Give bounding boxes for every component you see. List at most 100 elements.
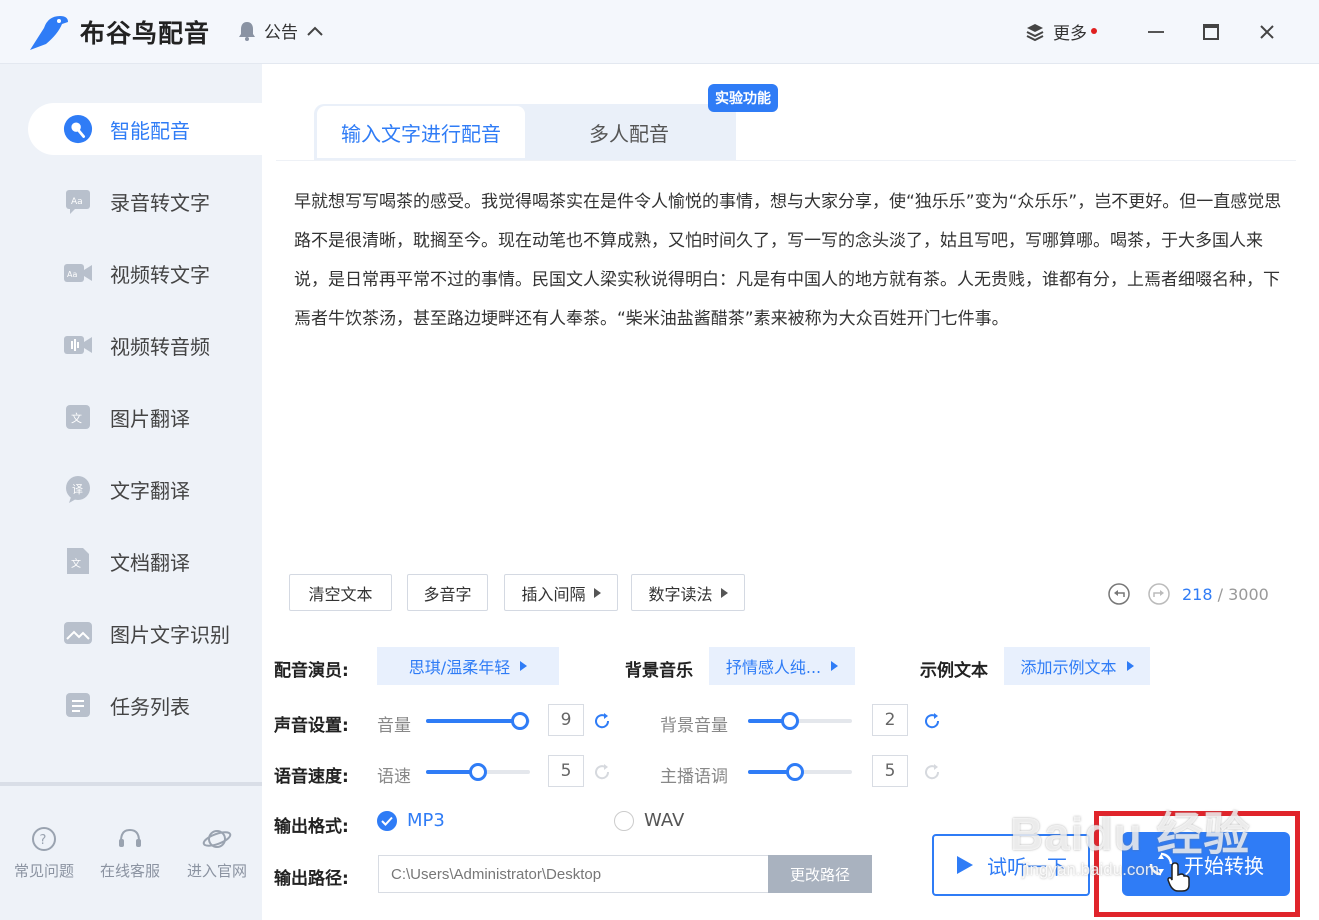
- minimize-icon: [1148, 31, 1164, 33]
- image-translate-icon: 文: [63, 402, 93, 432]
- triangle-right-icon: [593, 587, 601, 598]
- sidebar-item-task-list[interactable]: 任务列表: [28, 679, 262, 731]
- official-site-label: 进入官网: [186, 862, 247, 880]
- notification-dot: [1091, 27, 1097, 34]
- more-button[interactable]: 更多: [1025, 19, 1097, 44]
- chevron-up-icon: [307, 26, 323, 36]
- triangle-right-icon: [720, 587, 728, 598]
- experimental-badge: 实验功能: [708, 84, 778, 112]
- bgm-value: 抒情感人纯...: [725, 658, 822, 677]
- svg-text:?: ?: [40, 833, 47, 848]
- polyphone-button[interactable]: 多音字: [407, 574, 488, 611]
- sidebar-item-doc-translate[interactable]: 文 文档翻译: [28, 535, 262, 587]
- sidebar-item-smart-dubbing[interactable]: 智能配音: [28, 103, 262, 155]
- maximize-icon: [1203, 24, 1219, 40]
- headset-icon: [119, 828, 141, 847]
- speed-value[interactable]: 5: [548, 755, 584, 787]
- editor-content[interactable]: 早就想写写喝茶的感受。我觉得喝茶实在是件令人愉悦的事情，想与大家分享，使“独乐乐…: [294, 183, 1284, 339]
- app-title: 布谷鸟配音: [80, 19, 211, 48]
- clear-text-button[interactable]: 清空文本: [289, 574, 392, 611]
- customer-service-link[interactable]: 在线客服: [90, 826, 170, 881]
- actor-select[interactable]: 思琪/温柔年轻: [377, 647, 559, 685]
- sidebar-item-text-translate[interactable]: 译 文字翻译: [28, 463, 262, 515]
- wav-label: WAV: [644, 810, 685, 831]
- bgm-select[interactable]: 抒情感人纯...: [709, 647, 855, 685]
- doc-translate-icon: 文: [63, 546, 93, 576]
- polyphone-label: 多音字: [423, 584, 472, 604]
- main-panel: 输入文字进行配音 多人配音 实验功能 早就想写写喝茶的感受。我觉得喝茶实在是件令…: [262, 64, 1319, 920]
- notice-label: 公告: [264, 23, 298, 43]
- mp3-radio[interactable]: MP3: [377, 810, 445, 831]
- sidebar-item-label: 文档翻译: [110, 550, 190, 575]
- pitch-label: 主播语调: [660, 767, 728, 787]
- number-reading-button[interactable]: 数字读法: [631, 574, 745, 611]
- bg-volume-slider[interactable]: [748, 711, 852, 731]
- sidebar-item-audio-to-text[interactable]: Aa 录音转文字: [28, 175, 262, 227]
- sidebar-item-image-translate[interactable]: 文 图片翻译: [28, 391, 262, 443]
- speed-label: 语速: [377, 767, 411, 787]
- sidebar-divider: [0, 782, 262, 786]
- sidebar-item-label: 智能配音: [110, 118, 190, 143]
- text-editor[interactable]: 早就想写写喝茶的感受。我觉得喝茶实在是件令人愉悦的事情，想与大家分享，使“独乐乐…: [276, 160, 1296, 636]
- svg-text:文: 文: [71, 557, 81, 570]
- text-translate-icon: 译: [63, 474, 93, 504]
- tab-text-dubbing[interactable]: 输入文字进行配音: [317, 106, 525, 158]
- volume-value[interactable]: 9: [548, 704, 584, 736]
- radio-circle-icon: [614, 810, 634, 831]
- sample-select[interactable]: 添加示例文本: [1004, 647, 1150, 685]
- sidebar-item-video-to-text[interactable]: Aa 视频转文字: [28, 247, 262, 299]
- listen-button[interactable]: 试听一下: [932, 834, 1090, 896]
- pitch-value[interactable]: 5: [872, 755, 908, 787]
- help-link[interactable]: ? 常见问题: [4, 826, 84, 881]
- maximize-button[interactable]: [1197, 18, 1225, 46]
- slider-knob[interactable]: [780, 712, 799, 730]
- slider-knob[interactable]: [469, 763, 487, 781]
- close-button[interactable]: [1253, 18, 1281, 46]
- output-path-label: 输出路径:: [274, 869, 349, 889]
- reset-icon[interactable]: [592, 762, 612, 782]
- play-icon: [957, 856, 973, 874]
- reset-icon[interactable]: [922, 711, 942, 731]
- video-audio-icon: [63, 330, 93, 360]
- sidebar-item-label: 图片文字识别: [110, 622, 230, 647]
- bg-volume-label: 背景音量: [660, 716, 728, 736]
- triangle-right-icon: [1126, 661, 1134, 671]
- speed-slider[interactable]: [426, 762, 530, 782]
- svg-text:译: 译: [72, 483, 83, 496]
- insert-pause-label: 插入间隔: [521, 584, 586, 604]
- sidebar-item-label: 文字翻译: [110, 478, 190, 503]
- close-icon: [1260, 25, 1274, 39]
- output-path-field[interactable]: C:\Users\Administrator\Desktop: [378, 855, 770, 893]
- sidebar: 智能配音 Aa 录音转文字 Aa 视频转文字 视频转音频 文 图片翻译 译 文字…: [0, 64, 262, 920]
- char-counter: 218 / 3000: [1182, 585, 1269, 604]
- undo-icon[interactable]: [1108, 583, 1130, 605]
- slider-knob[interactable]: [785, 763, 804, 781]
- number-reading-label: 数字读法: [648, 584, 713, 604]
- change-path-button[interactable]: 更改路径: [768, 855, 872, 893]
- minimize-button[interactable]: [1142, 18, 1170, 46]
- sidebar-item-label: 录音转文字: [110, 190, 210, 215]
- wav-radio[interactable]: WAV: [614, 810, 684, 831]
- layers-icon: [1026, 23, 1044, 41]
- sidebar-item-ocr[interactable]: 图片文字识别: [28, 607, 262, 659]
- triangle-right-icon: [831, 661, 839, 671]
- insert-pause-button[interactable]: 插入间隔: [504, 574, 618, 611]
- help-icon: ?: [32, 827, 56, 851]
- redo-icon[interactable]: [1148, 583, 1170, 605]
- bg-volume-value[interactable]: 2: [872, 704, 908, 736]
- cuckoo-logo-icon: [30, 16, 68, 50]
- volume-slider[interactable]: [426, 711, 530, 731]
- official-site-link[interactable]: 进入官网: [177, 826, 257, 881]
- reset-icon[interactable]: [592, 711, 612, 731]
- tab-multi-person-dubbing[interactable]: 多人配音: [525, 106, 733, 158]
- volume-label: 音量: [377, 716, 411, 736]
- svg-text:Aa: Aa: [71, 197, 83, 207]
- actor-value: 思琪/温柔年轻: [408, 658, 511, 677]
- reset-icon[interactable]: [922, 762, 942, 782]
- mp3-label: MP3: [407, 810, 445, 831]
- pitch-slider[interactable]: [748, 762, 852, 782]
- slider-knob[interactable]: [510, 712, 529, 730]
- speed-settings-label: 语音速度:: [274, 767, 349, 787]
- sidebar-item-video-to-audio[interactable]: 视频转音频: [28, 319, 262, 371]
- notice-button[interactable]: 公告: [238, 18, 324, 43]
